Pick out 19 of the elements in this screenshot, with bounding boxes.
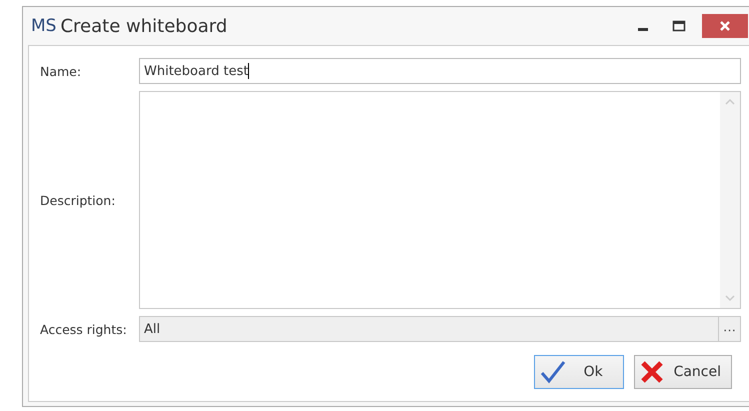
- scroll-up-icon[interactable]: [725, 98, 735, 105]
- cross-icon: [640, 360, 664, 384]
- access-rights-field[interactable]: All ···: [139, 316, 741, 342]
- ok-button[interactable]: Ok: [534, 355, 624, 389]
- checkmark-icon: [540, 360, 566, 384]
- app-logo: MS: [31, 16, 56, 36]
- maximize-icon[interactable]: [672, 19, 686, 33]
- close-icon: [719, 20, 731, 32]
- scroll-down-icon[interactable]: [725, 295, 735, 302]
- field-label: Name:: [40, 64, 82, 78]
- field-value: All: [144, 322, 162, 336]
- scrollbar[interactable]: [720, 92, 740, 308]
- field-label: Access rights:: [40, 322, 128, 336]
- description-field[interactable]: [139, 91, 741, 309]
- name-field[interactable]: Whiteboard test: [139, 58, 741, 84]
- close-button[interactable]: [702, 14, 748, 38]
- field-label: Description:: [40, 192, 116, 208]
- window-title: Create whiteboard: [60, 16, 228, 36]
- cancel-button[interactable]: Cancel: [634, 355, 732, 389]
